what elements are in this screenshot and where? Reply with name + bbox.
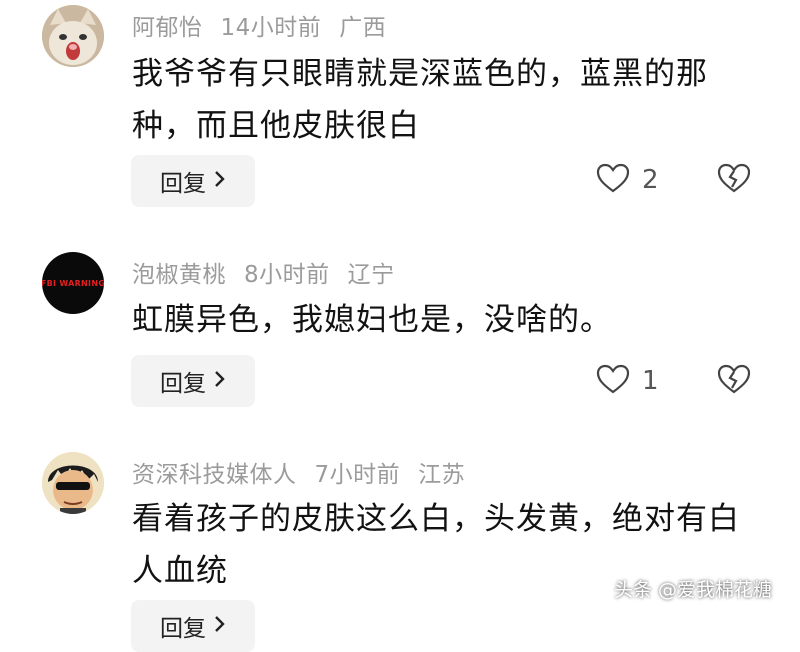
heart-outline-icon [596, 364, 630, 398]
location: 广西 [339, 15, 387, 41]
username[interactable]: 阿郁怡 [132, 15, 203, 41]
username[interactable]: 资深科技媒体人 [132, 462, 297, 488]
avatar-text: FBI WARNING [42, 278, 104, 288]
broken-heart-icon [717, 364, 751, 398]
timestamp: 7小时前 [314, 462, 401, 488]
avatar-cartoon[interactable] [42, 452, 104, 514]
comment-text: 我爷爷有只眼睛就是深蓝色的，蓝黑的那种，而且他皮肤很白 [132, 56, 708, 144]
comment-meta: 资深科技媒体人 7小时前 江苏 [132, 455, 483, 489]
timestamp: 8小时前 [244, 262, 330, 288]
reply-button[interactable]: 回复 [131, 355, 255, 407]
dislike-button[interactable] [717, 163, 751, 197]
heart-outline-icon [596, 163, 630, 197]
reply-button[interactable]: 回复 [131, 155, 255, 207]
comment-text: 虹膜异色，我媳妇也是，没啥的。 [132, 302, 612, 338]
reply-label: 回复 [160, 171, 206, 197]
chevron-right-icon [214, 369, 226, 394]
broken-heart-icon [717, 163, 751, 197]
chevron-right-icon [214, 614, 226, 639]
username[interactable]: 泡椒黄桃 [132, 262, 226, 288]
watermark: 头条 @爱我棉花糖 [614, 579, 773, 601]
reply-button[interactable]: 回复 [131, 600, 255, 652]
like-button[interactable]: 1 [596, 364, 659, 398]
chevron-right-icon [214, 169, 226, 194]
avatar-fbi-warning[interactable]: FBI WARNING [42, 252, 104, 314]
comment-meta: 泡椒黄桃 8小时前 辽宁 [132, 255, 413, 289]
reply-label: 回复 [160, 616, 206, 642]
like-count: 2 [642, 165, 659, 195]
like-count: 1 [642, 366, 659, 396]
reply-label: 回复 [160, 371, 206, 397]
location: 辽宁 [347, 262, 395, 288]
dislike-button[interactable] [717, 364, 751, 398]
location: 江苏 [418, 462, 466, 488]
avatar-cat[interactable] [42, 5, 104, 67]
timestamp: 14小时前 [220, 15, 322, 41]
comment-meta: 阿郁怡 14小时前 广西 [132, 8, 404, 42]
like-button[interactable]: 2 [596, 163, 659, 197]
